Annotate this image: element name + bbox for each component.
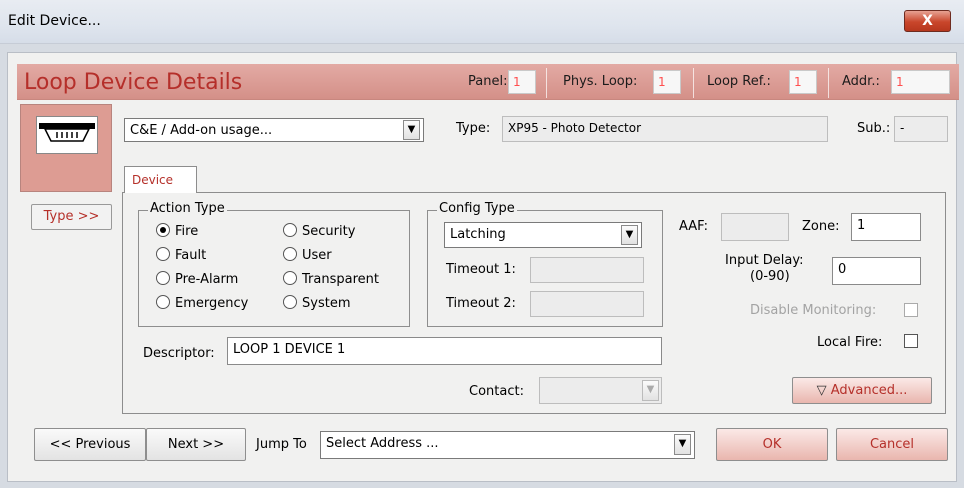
timeout2-field	[530, 291, 644, 317]
local-fire-label: Local Fire:	[817, 335, 883, 350]
radio-security[interactable]: Security	[283, 223, 355, 239]
radio-system[interactable]: System	[283, 295, 350, 311]
usage-select-value: C&E / Add-on usage...	[130, 123, 273, 138]
tab-device[interactable]: Device	[124, 166, 197, 193]
input-delay-label: Input Delay:	[725, 253, 804, 268]
radio-icon	[283, 295, 297, 309]
header-separator	[828, 68, 829, 98]
zone-label: Zone:	[802, 219, 840, 234]
radio-icon	[156, 247, 170, 261]
detector-icon	[39, 123, 95, 142]
page-title: Loop Device Details	[24, 70, 243, 95]
input-delay-input[interactable]: 0	[832, 257, 921, 285]
sub-field: -	[894, 116, 948, 142]
chevron-down-icon[interactable]: ▼	[621, 225, 638, 245]
chevron-down-icon[interactable]: ▼	[674, 434, 691, 455]
disable-monitoring-checkbox[interactable]	[904, 303, 918, 317]
radio-icon	[283, 271, 297, 285]
panel-field: 1	[508, 70, 536, 94]
device-icon-box	[36, 116, 98, 154]
type-field: XP95 - Photo Detector	[502, 116, 828, 142]
config-type-select[interactable]: Latching	[444, 222, 642, 248]
triangle-down-icon: ▽	[816, 383, 831, 398]
radio-transparent[interactable]: Transparent	[283, 271, 379, 287]
radio-icon	[156, 295, 170, 309]
radio-fault[interactable]: Fault	[156, 247, 206, 263]
type-button[interactable]: Type >>	[31, 204, 112, 230]
cancel-button[interactable]: Cancel	[836, 428, 948, 461]
type-label: Type:	[456, 121, 491, 136]
zone-input[interactable]: 1	[851, 213, 921, 241]
contact-label: Contact:	[469, 384, 524, 399]
jump-to-label: Jump To	[256, 437, 307, 452]
local-fire-checkbox[interactable]	[904, 334, 918, 348]
radio-fire[interactable]: Fire	[156, 223, 198, 239]
radio-icon	[283, 247, 297, 261]
phys-loop-label: Phys. Loop:	[563, 74, 638, 89]
jump-to-select[interactable]: Select Address ...	[320, 431, 695, 459]
loop-ref-field: 1	[789, 70, 817, 94]
radio-user[interactable]: User	[283, 247, 332, 263]
usage-select[interactable]: C&E / Add-on usage...	[124, 118, 424, 142]
advanced-button[interactable]: ▽ Advanced...	[792, 377, 932, 404]
action-type-title: Action Type	[148, 201, 227, 216]
config-type-title: Config Type	[437, 201, 517, 216]
timeout1-field	[530, 257, 644, 283]
radio-icon	[156, 271, 170, 285]
title-bar	[0, 0, 964, 44]
timeout2-label: Timeout 2:	[446, 296, 516, 311]
close-button[interactable]: X	[904, 10, 951, 32]
radio-selected-icon	[156, 223, 170, 237]
panel-label: Panel:	[468, 74, 508, 89]
chevron-down-icon[interactable]: ▼	[403, 120, 420, 140]
config-type-value: Latching	[450, 227, 506, 242]
descriptor-label: Descriptor:	[143, 346, 215, 361]
window-title: Edit Device...	[8, 13, 101, 29]
ok-button[interactable]: OK	[716, 428, 828, 461]
input-delay-range: (0-90)	[750, 269, 790, 284]
radio-pre-alarm[interactable]: Pre-Alarm	[156, 271, 238, 287]
phys-loop-field: 1	[653, 70, 681, 94]
descriptor-input[interactable]: LOOP 1 DEVICE 1	[227, 337, 662, 365]
sub-label: Sub.:	[857, 121, 891, 136]
radio-icon	[283, 223, 297, 237]
previous-button[interactable]: << Previous	[34, 428, 146, 461]
jump-to-value: Select Address ...	[326, 436, 439, 451]
addr-field: 1	[891, 70, 950, 94]
header-separator	[693, 68, 694, 98]
next-button[interactable]: Next >>	[146, 428, 246, 461]
addr-label: Addr.:	[842, 74, 880, 89]
radio-emergency[interactable]: Emergency	[156, 295, 248, 311]
header-separator	[546, 68, 547, 98]
aaf-field	[721, 213, 789, 241]
chevron-down-icon[interactable]: ▼	[642, 380, 659, 401]
loop-ref-label: Loop Ref.:	[707, 74, 771, 89]
timeout1-label: Timeout 1:	[446, 262, 516, 277]
aaf-label: AAF:	[679, 219, 708, 234]
disable-monitoring-label: Disable Monitoring:	[750, 303, 877, 318]
close-icon: X	[922, 13, 933, 29]
